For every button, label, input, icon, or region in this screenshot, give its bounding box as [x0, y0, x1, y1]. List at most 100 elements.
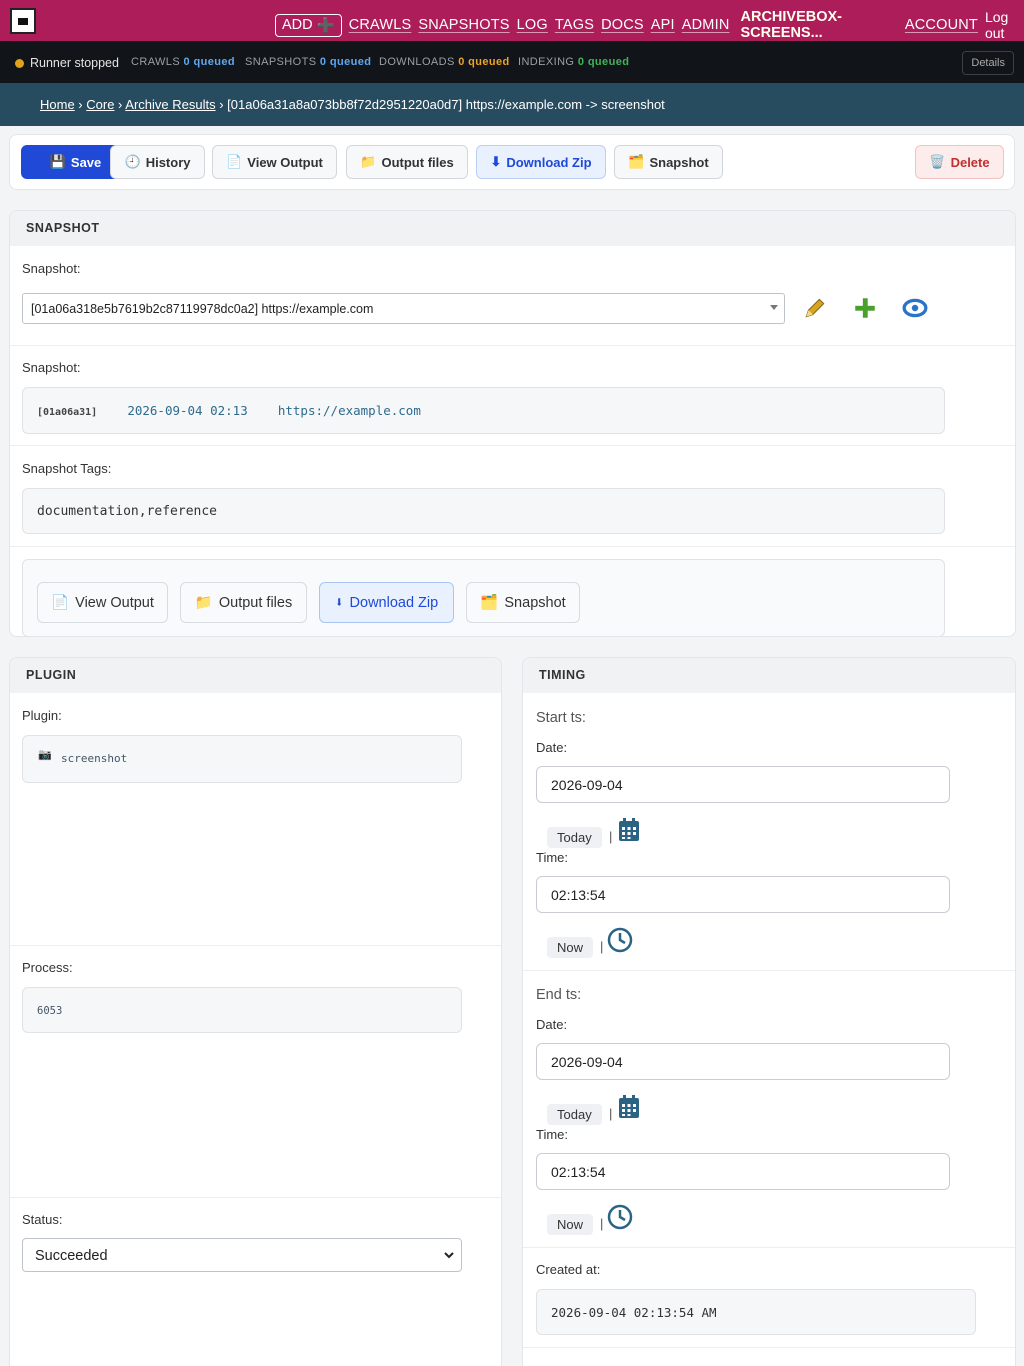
- divider: [523, 1347, 1015, 1348]
- nav-tags[interactable]: TAGS: [555, 17, 594, 33]
- created-at-label: Created at:: [536, 1262, 601, 1277]
- process-label: Process:: [22, 960, 73, 975]
- nav-log[interactable]: LOG: [517, 17, 548, 33]
- details-button[interactable]: Details: [962, 51, 1014, 75]
- nav-crawls[interactable]: CRAWLS: [349, 17, 412, 33]
- output-files-button[interactable]: 📁 Output files: [346, 145, 468, 179]
- plugin-link[interactable]: screenshot: [61, 752, 127, 765]
- timing-panel-title: TIMING: [523, 658, 1015, 693]
- download-icon: ⬇: [334, 594, 344, 611]
- snapshot-info-box: [01a06a31] 2026-09-04 02:13 https://exam…: [22, 387, 945, 434]
- inner-snapshot-button[interactable]: 🗂️ Snapshot: [466, 582, 580, 623]
- crawls-queue: CRAWLS 0 queued: [131, 56, 236, 68]
- view-output-button[interactable]: 📄 View Output: [212, 145, 337, 179]
- divider: [10, 345, 1015, 346]
- timing-panel: TIMING Start ts: Date: 2026-09-04 Today …: [522, 657, 1016, 1366]
- nav-admin[interactable]: ADMIN: [682, 17, 730, 33]
- breadcrumb-core[interactable]: Core: [86, 97, 114, 112]
- nav-logout[interactable]: Log out: [985, 9, 1024, 41]
- download-zip-button[interactable]: ⬇ Download Zip: [476, 145, 606, 179]
- status-label: Status:: [22, 1212, 63, 1227]
- start-time-label: Time:: [536, 850, 569, 865]
- snapshot-tags-label: Snapshot Tags:: [22, 461, 112, 476]
- breadcrumb: Home › Core › Archive Results › [01a06a3…: [0, 83, 1024, 126]
- chevron-down-icon: [444, 1252, 454, 1259]
- end-now-button[interactable]: Now: [547, 1214, 594, 1235]
- delete-button[interactable]: 🗑️ Delete: [915, 145, 1004, 179]
- history-button[interactable]: 🕘 History: [110, 145, 205, 179]
- indexing-queue: INDEXING 0 queued: [518, 56, 630, 68]
- snapshot-icon: 🗂️: [480, 595, 499, 611]
- calendar-icon[interactable]: [618, 1095, 640, 1119]
- downloads-queue: DOWNLOADS 0 queued: [379, 56, 510, 68]
- snapshot-actions-card: 📄 View Output 📁 Output files ⬇ Download Zip…: [22, 559, 945, 636]
- end-date-input[interactable]: 2026-09-04: [536, 1043, 950, 1080]
- snapshot-select[interactable]: [01a06a318e5b7619b2c87119978dc0a2] https…: [22, 293, 785, 324]
- start-now-button[interactable]: Now: [547, 937, 594, 958]
- page-icon: 📄: [51, 595, 70, 611]
- end-time-input[interactable]: 02:13:54: [536, 1153, 950, 1190]
- main-nav: ADD ➕ CRAWLS SNAPSHOTS LOG TAGS DOCS API …: [275, 9, 1024, 41]
- plugin-value-box: 📷 screenshot: [22, 735, 462, 783]
- plus-icon: ➕: [316, 17, 335, 34]
- end-date-label: Date:: [536, 1017, 568, 1032]
- archivebox-logo[interactable]: [10, 8, 36, 34]
- snapshot-panel-title: SNAPSHOT: [10, 211, 1015, 246]
- snapshot-id-link[interactable]: [01a06a31]: [37, 407, 97, 418]
- folder-icon: 📁: [194, 595, 213, 611]
- breadcrumb-current: [01a06a31a8a073bb8f72d2951220a0d7] https…: [227, 97, 665, 112]
- snapshot-panel: SNAPSHOT Snapshot: [01a06a318e5b7619b2c8…: [9, 210, 1016, 637]
- created-at-value: 2026-09-04 02:13:54 AM: [536, 1289, 976, 1335]
- start-ts-heading: Start ts:: [536, 710, 586, 726]
- snapshot-tags-value: documentation,reference: [22, 488, 945, 534]
- pencil-icon[interactable]: [802, 295, 828, 321]
- clock-icon[interactable]: [607, 927, 633, 953]
- save-icon: 💾: [49, 154, 66, 169]
- start-date-input[interactable]: 2026-09-04: [536, 766, 950, 803]
- process-value-box: 6053: [22, 987, 462, 1033]
- divider: [10, 546, 1015, 547]
- calendar-icon[interactable]: [618, 818, 640, 842]
- eye-icon[interactable]: [902, 295, 928, 321]
- inner-output-files-button[interactable]: 📁 Output files: [180, 582, 307, 623]
- snapshot-select-value: [01a06a318e5b7619b2c87119978dc0a2] https…: [31, 302, 374, 316]
- trash-icon: 🗑️: [929, 154, 946, 169]
- inner-download-zip-button[interactable]: ⬇ Download Zip: [319, 582, 454, 623]
- nav-docs[interactable]: DOCS: [601, 17, 644, 33]
- worker-status-bar: Runner stopped CRAWLS 0 queued SNAPSHOTS…: [0, 41, 1024, 83]
- folder-icon: 📁: [360, 154, 377, 169]
- divider: [523, 970, 1015, 971]
- snapshot-select-label: Snapshot:: [22, 261, 81, 276]
- snapshot-url-link[interactable]: https://example.com: [278, 403, 421, 418]
- divider: [10, 945, 501, 946]
- runner-status: Runner stopped: [15, 56, 119, 70]
- page-icon: 📄: [226, 154, 243, 169]
- divider: [10, 445, 1015, 446]
- add-button[interactable]: ADD ➕: [275, 13, 342, 37]
- separator: |: [609, 1106, 613, 1121]
- process-link[interactable]: 6053: [37, 1005, 62, 1017]
- nav-account[interactable]: ACCOUNT: [905, 17, 978, 33]
- snapshot-button[interactable]: 🗂️ Snapshot: [614, 145, 723, 179]
- plugin-label: Plugin:: [22, 708, 62, 723]
- start-time-input[interactable]: 02:13:54: [536, 876, 950, 913]
- status-select[interactable]: Succeeded: [22, 1238, 462, 1272]
- plugin-panel: PLUGIN Plugin: 📷 screenshot Process: 605…: [9, 657, 502, 1366]
- end-ts-heading: End ts:: [536, 987, 582, 1003]
- add-label: ADD: [282, 17, 313, 33]
- status-select-value: Succeeded: [35, 1248, 108, 1264]
- inner-view-output-button[interactable]: 📄 View Output: [37, 582, 168, 623]
- breadcrumb-archive-results[interactable]: Archive Results: [125, 97, 215, 112]
- nav-snapshots[interactable]: SNAPSHOTS: [418, 17, 509, 33]
- nav-api[interactable]: API: [651, 17, 675, 33]
- download-icon: ⬇: [490, 154, 502, 169]
- clock-icon[interactable]: [607, 1204, 633, 1230]
- separator: |: [600, 1216, 604, 1231]
- status-dot-icon: [15, 58, 24, 68]
- plus-icon[interactable]: [852, 295, 878, 321]
- breadcrumb-home[interactable]: Home: [40, 97, 75, 112]
- end-today-button[interactable]: Today: [547, 1104, 602, 1125]
- object-tools: 💾 Save 🕘 History 📄 View Output 📁 Output file…: [9, 134, 1015, 190]
- start-today-button[interactable]: Today: [547, 827, 602, 848]
- snapshot-date-link[interactable]: 2026-09-04 02:13: [127, 403, 247, 418]
